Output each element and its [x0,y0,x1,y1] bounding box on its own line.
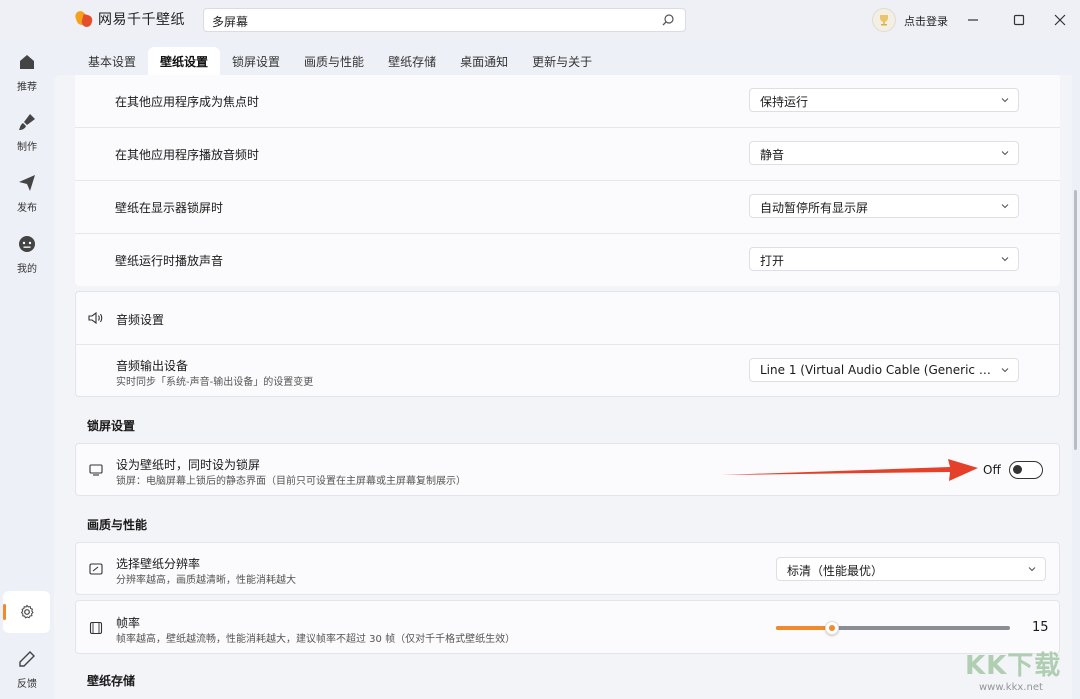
search-value: 多屏幕 [212,15,249,29]
minimize-button[interactable] [961,8,985,32]
framerate-label: 帧率 [116,616,141,630]
kkx-watermark: KK下载 www.kkx.net [965,645,1075,699]
maximize-icon [1013,14,1025,26]
close-button[interactable] [1048,8,1072,32]
setting-label: 壁纸在显示器锁屏时 [115,201,224,215]
resolution-icon [89,563,103,575]
sidebar-item-label: 制作 [17,142,37,153]
sidebar-item-create[interactable]: 制作 [0,112,54,153]
framerate-card: 帧率 帧率越高，壁纸越流畅，性能消耗越大，建议帧率不超过 30 帧（仅对千千格式… [75,600,1060,654]
resolution-card: 选择壁纸分辨率 分辨率越高，画质越清晰，性能消耗越大 标清（性能最优） [75,542,1060,595]
audio-output-label: 音频输出设备 [116,359,189,373]
slider-thumb[interactable] [824,621,839,635]
audio-output-sub: 实时同步「系统-声音-输出设备」的设置变更 [116,377,314,388]
chevron-down-icon [1001,257,1009,262]
settings-content: 在其他应用程序成为焦点时 保持运行 在其他应用程序播放音频时 静音 壁纸在显示器… [54,75,1072,699]
lock-behavior-dropdown[interactable]: 自动暂停所有显示屏 [749,194,1019,218]
speaker-icon [88,311,103,325]
audio-behavior-dropdown[interactable]: 静音 [749,141,1019,165]
tab-quality[interactable]: 画质与性能 [292,47,376,75]
brush-icon [19,114,35,130]
quality-section-title: 画质与性能 [87,518,148,532]
close-icon [1054,14,1066,26]
dropdown-value: 自动暂停所有显示屏 [760,201,869,215]
app-logo: 网易千千壁纸 [73,9,185,29]
annotation-arrow [722,459,978,481]
framerate-slider[interactable] [776,621,1010,635]
maximize-button[interactable] [1007,8,1031,32]
lockscreen-toggle[interactable] [1009,461,1043,479]
sidebar-item-label: 反馈 [17,679,37,690]
scrollbar[interactable] [1074,190,1077,450]
sidebar-item-publish[interactable]: 发布 [0,173,54,214]
dropdown-value: Line 1 (Virtual Audio Cable (Generic Cus… [760,363,1019,377]
divider [76,344,1059,345]
tab-update[interactable]: 更新与关于 [520,47,604,75]
tab-lockscreen[interactable]: 锁屏设置 [220,47,292,75]
trophy-icon [880,15,888,26]
search-icon[interactable] [661,13,675,27]
monitor-icon [89,464,103,476]
dropdown-value: 标清（性能最优） [787,564,884,578]
chevron-down-icon [1001,98,1009,103]
pencil-icon [19,651,35,667]
logo-icon [73,9,94,29]
resolution-sub: 分辨率越高，画质越清晰，性能消耗越大 [116,575,296,586]
lockscreen-section-title: 锁屏设置 [87,419,136,433]
dropdown-value: 静音 [760,148,785,162]
sidebar-item-settings[interactable] [3,591,50,633]
storage-section-title: 壁纸存储 [87,674,136,688]
film-icon [89,621,103,635]
setting-label: 壁纸运行时播放声音 [115,254,224,268]
setting-label: 在其他应用程序成为焦点时 [115,95,260,109]
sidebar-item-feedback[interactable]: 反馈 [0,649,54,690]
send-icon [19,175,35,191]
sidebar-item-label: 发布 [17,203,37,214]
tab-wallpaper[interactable]: 壁纸设置 [148,47,221,75]
app-title: 网易千千壁纸 [98,12,185,28]
lockscreen-sub: 锁屏：电脑屏幕上锁后的静态界面（目前只可设置在主屏幕或主屏幕复制展示） [116,476,466,487]
slider-fill [776,626,832,630]
framerate-value: 15 [1032,620,1049,635]
audio-output-dropdown[interactable]: Line 1 (Virtual Audio Cable (Generic Cus… [749,358,1019,382]
sidebar-item-recommend[interactable]: 推荐 [0,52,54,93]
face-icon [19,236,35,252]
gear-icon [20,604,34,619]
sidebar-item-label: 推荐 [17,82,37,93]
chevron-down-icon [1001,204,1009,209]
chevron-down-icon [1001,368,1009,373]
watermark-logo: KK下载 [965,651,1062,681]
sidebar-item-mine[interactable]: 我的 [0,234,54,275]
tab-basic[interactable]: 基本设置 [76,47,148,75]
setting-row: 在其他应用程序播放音频时 静音 [75,128,1060,181]
tab-storage[interactable]: 壁纸存储 [376,47,448,75]
audio-header: 音频设置 [116,313,165,327]
settings-tabs: 基本设置 壁纸设置 锁屏设置 画质与性能 壁纸存储 桌面通知 更新与关于 [76,47,604,75]
avatar[interactable] [872,8,896,32]
tab-notification[interactable]: 桌面通知 [448,47,520,75]
toggle-state-label: Off [983,463,1001,477]
resolution-label: 选择壁纸分辨率 [116,557,201,571]
title-bar: 网易千千壁纸 多屏幕 点击登录 [0,0,1080,40]
search-input[interactable]: 多屏幕 [203,8,686,32]
minimize-icon [968,19,978,21]
focus-behavior-dropdown[interactable]: 保持运行 [749,88,1019,112]
lockscreen-label: 设为壁纸时，同时设为锁屏 [116,458,261,472]
chevron-down-icon [1001,151,1009,156]
chevron-down-icon [1028,567,1036,572]
audio-settings-card: 音频设置 音频输出设备 实时同步「系统-声音-输出设备」的设置变更 Line 1… [75,291,1060,397]
setting-row: 壁纸运行时播放声音 打开 [75,234,1060,286]
login-link[interactable]: 点击登录 [904,13,948,29]
framerate-sub: 帧率越高，壁纸越流畅，性能消耗越大，建议帧率不超过 30 帧（仅对千千格式壁纸生… [116,634,516,645]
play-sound-dropdown[interactable]: 打开 [749,247,1019,271]
setting-row: 壁纸在显示器锁屏时 自动暂停所有显示屏 [75,181,1060,234]
dropdown-value: 打开 [760,254,785,268]
setting-label: 在其他应用程序播放音频时 [115,148,260,162]
setting-row: 在其他应用程序成为焦点时 保持运行 [75,75,1060,128]
watermark-url: www.kkx.net [979,682,1043,693]
dropdown-value: 保持运行 [760,95,809,109]
resolution-dropdown[interactable]: 标清（性能最优） [776,557,1046,581]
sidebar-item-label: 我的 [17,264,37,275]
home-icon [20,55,34,69]
